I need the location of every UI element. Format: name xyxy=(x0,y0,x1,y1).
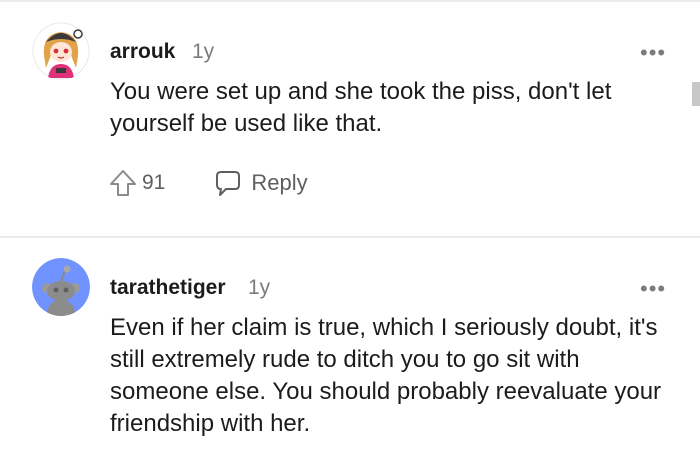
user-avatar[interactable] xyxy=(32,22,90,80)
default-reddit-avatar-icon xyxy=(32,258,90,316)
reply-button[interactable]: Reply xyxy=(213,168,308,198)
reply-label: Reply xyxy=(251,170,308,195)
anime-girl-avatar-icon xyxy=(32,22,90,80)
comment-2: tarathetiger 1y ••• Even if her claim is… xyxy=(0,238,700,459)
upvote-button[interactable]: 91 xyxy=(108,168,165,198)
comment-age: 1y xyxy=(192,40,215,63)
comment-1: arrouk 1y ••• You were set up and she to… xyxy=(0,0,700,238)
more-options-button[interactable]: ••• xyxy=(640,42,666,64)
comment-author[interactable]: tarathetiger xyxy=(110,276,226,300)
comment-body: You were set up and she took the piss, d… xyxy=(110,78,612,137)
scrollbar-thumb[interactable] xyxy=(692,82,700,106)
comment-actions: 91 Reply xyxy=(108,166,308,200)
more-options-button[interactable]: ••• xyxy=(640,278,666,300)
vote-count: 91 xyxy=(142,171,166,194)
comment-body: Even if her claim is true, which I serio… xyxy=(110,314,662,437)
comment-age: 1y xyxy=(248,276,271,299)
user-avatar[interactable] xyxy=(32,258,90,316)
comment-author[interactable]: arrouk xyxy=(110,40,175,64)
upvote-arrow-icon xyxy=(110,170,136,196)
chat-bubble-icon xyxy=(216,171,241,196)
